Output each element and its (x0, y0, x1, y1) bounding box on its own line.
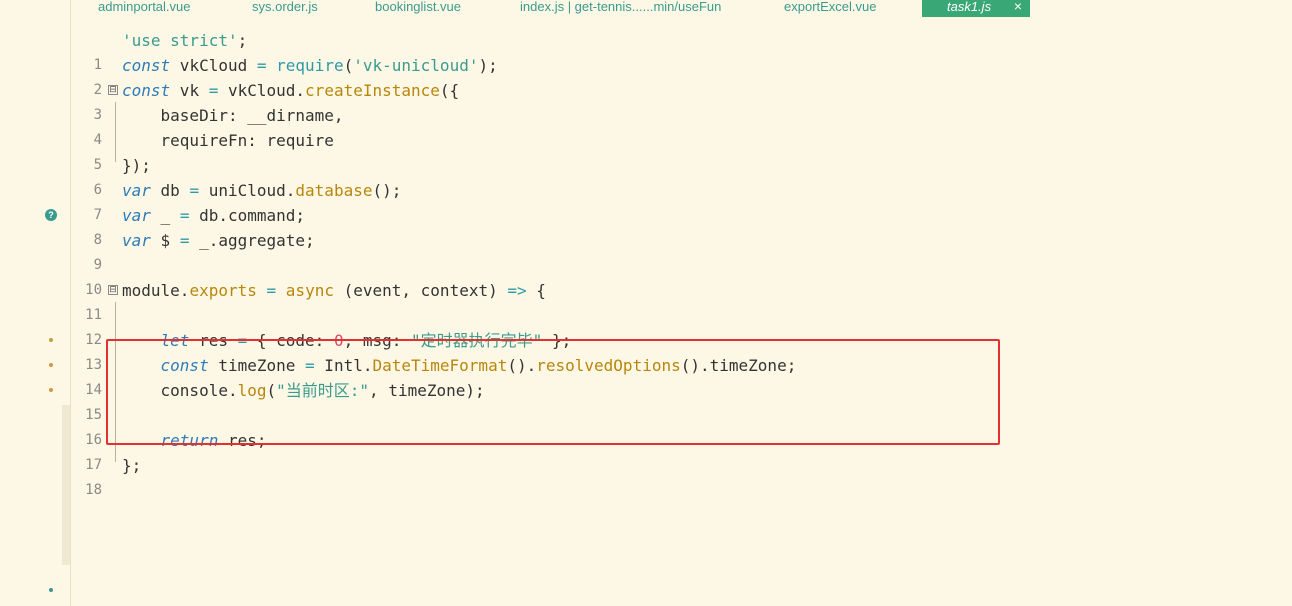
tab-bookinglist[interactable]: bookinglist.vue (375, 0, 461, 17)
code-text[interactable]: var db = uniCloud.database(); (122, 178, 401, 203)
code-text[interactable]: const vk = vkCloud.createInstance({ (122, 78, 459, 103)
code-text[interactable]: }); (122, 153, 151, 178)
fold-toggle-icon[interactable]: ⊟ (108, 285, 118, 295)
code-text[interactable]: var _ = db.command; (122, 203, 305, 228)
code-line: 7 var db = uniCloud.database(); (0, 178, 1292, 223)
code-line: 18 }; (0, 453, 1292, 498)
tab-adminportal[interactable]: adminportal.vue (98, 0, 191, 17)
code-text[interactable]: baseDir: __dirname, (122, 103, 344, 128)
code-line: 10 (0, 253, 1292, 298)
code-line: 6 }); (0, 153, 1292, 198)
tab-label: sys.order.js (252, 0, 318, 14)
tab-label: task1.js (947, 0, 992, 14)
line-number: 18 (85, 482, 102, 498)
red-highlight-box (106, 339, 1000, 445)
code-text[interactable]: module.exports = async (event, context) … (122, 278, 546, 303)
code-text[interactable]: var $ = _.aggregate; (122, 228, 315, 253)
code-line: 12 (0, 303, 1292, 348)
tab-label: adminportal.vue (98, 0, 191, 14)
code-text[interactable]: const vkCloud = require('vk-unicloud'); (122, 53, 498, 78)
status-dot (49, 588, 53, 592)
code-line: 3 ⊟ const vk = vkCloud.createInstance({ (0, 78, 1292, 123)
tab-label: exportExcel.vue (784, 0, 877, 14)
code-text[interactable]: }; (122, 453, 141, 478)
code-text[interactable]: 'use strict'; (122, 28, 247, 53)
close-tab-icon[interactable]: × (1014, 0, 1022, 13)
fold-toggle-icon[interactable]: ⊟ (108, 85, 118, 95)
tab-exportexcel[interactable]: exportExcel.vue (784, 0, 877, 17)
tab-task1[interactable]: task1.js × (922, 0, 1030, 17)
tab-index-js[interactable]: index.js | get-tennis......min/useFun (520, 0, 721, 17)
code-line: 2 const vkCloud = require('vk-unicloud')… (0, 53, 1292, 98)
code-line: 8 var _ = db.command; (0, 203, 1292, 248)
tab-label: bookinglist.vue (375, 0, 461, 14)
code-line: 11 ⊟ module.exports = async (event, cont… (0, 278, 1292, 323)
code-line: 1 'use strict'; (0, 28, 1292, 73)
code-line: 5 requireFn: require (0, 128, 1292, 173)
tab-label: index.js | get-tennis......min/useFun (520, 0, 722, 14)
editor-tab-bar: adminportal.vue sys.order.js bookinglist… (70, 0, 1292, 17)
tab-sys-order[interactable]: sys.order.js (252, 0, 318, 17)
code-text[interactable]: requireFn: require (122, 128, 334, 153)
code-line: 4 baseDir: __dirname, (0, 103, 1292, 148)
code-line: 9 var $ = _.aggregate; (0, 228, 1292, 273)
